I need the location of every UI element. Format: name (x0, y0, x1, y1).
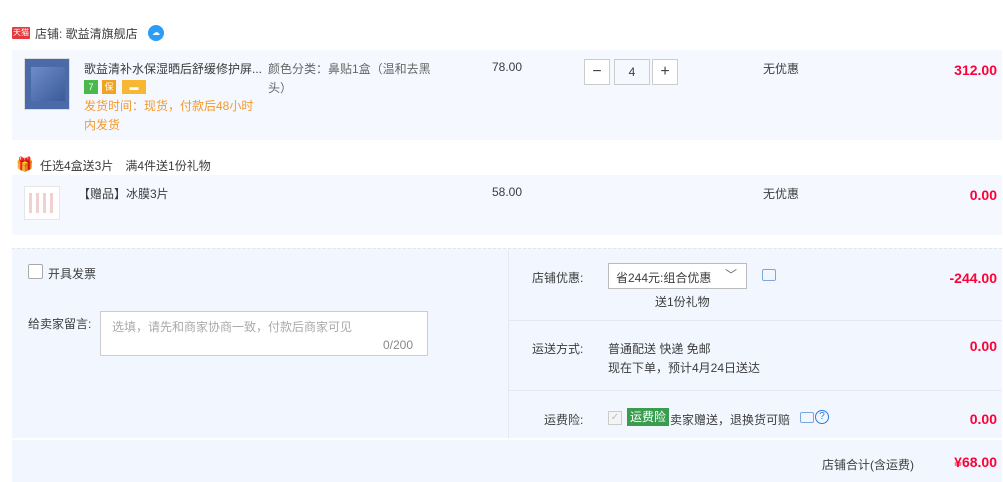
invoice-label[interactable]: 开具发票 (48, 265, 96, 282)
unit-price: 78.00 (492, 60, 523, 74)
coupon-gift: 送1份礼物 (655, 295, 710, 309)
shipping-amount: 0.00 (969, 338, 997, 354)
shipping-label: 运送方式: (532, 342, 584, 356)
message-count: 0/200 (383, 338, 414, 352)
insurance-label: 运费险: (544, 413, 584, 427)
ship-time: 发货时间：现货，付款后48小时内发货 (84, 99, 254, 132)
insurance-amount: 0.00 (969, 411, 997, 427)
total-label: 店铺合计(含运费) (822, 458, 914, 472)
product-thumbnail[interactable] (24, 58, 70, 110)
coupon-amount: -244.00 (949, 270, 997, 286)
product-spec: 颜色分类：鼻贴1盒（温和去黑头） (268, 62, 431, 95)
chevron-down-icon[interactable]: ﹀ (725, 266, 737, 283)
product-title[interactable]: 歌益清补水保湿晒后舒缓修护屏... (84, 60, 264, 77)
7-day-return-icon[interactable]: 7 (84, 80, 98, 94)
insurance-checkbox: ✓ (608, 411, 622, 425)
card-pay-icon[interactable]: ▬ (122, 80, 146, 94)
increase-button[interactable]: + (652, 59, 678, 85)
total-amount: ¥68.00 (954, 454, 997, 470)
item-discount: 无优惠 (763, 62, 800, 76)
divider (509, 390, 1002, 391)
wangwang-chat-icon[interactable]: ☁ (148, 25, 164, 41)
gift-price: 58.00 (492, 185, 523, 199)
insurance-text: 卖家赠送，退换货可赔 (670, 413, 791, 427)
coupon-label: 店铺优惠: (532, 271, 584, 285)
cart-item-row (12, 175, 1002, 235)
shop-name[interactable]: 店铺: 歌益清旗舰店 (35, 25, 138, 42)
comment-icon[interactable] (762, 269, 776, 281)
item-subtotal: 312.00 (954, 62, 997, 78)
message-label: 给卖家留言: (28, 317, 92, 331)
gift-title[interactable]: 【赠品】冰膜3片 (78, 185, 169, 202)
coupon-value[interactable]: 省244元:组合优惠 (616, 269, 711, 286)
tmall-badge: 天猫 (12, 27, 30, 39)
gift-thumbnail[interactable] (24, 186, 60, 220)
message-placeholder: 选填，请先和商家协商一致，付款后商家可见 (112, 320, 353, 334)
shipping-method: 普通配送 快递 免邮 (608, 342, 711, 356)
decrease-button[interactable]: − (584, 59, 610, 85)
help-icon[interactable]: ? (815, 410, 829, 424)
divider (508, 250, 509, 438)
comment-icon[interactable] (800, 412, 814, 423)
invoice-checkbox[interactable] (28, 264, 43, 279)
gift-icon: 🎁 (16, 156, 34, 172)
insurance-badge: 运费险 (627, 408, 670, 426)
quantity-input[interactable]: 4 (614, 59, 650, 85)
shipping-eta: 现在下单，预计4月24日送达 (608, 361, 761, 375)
gift-discount: 无优惠 (763, 187, 800, 201)
gift-subtotal: 0.00 (969, 187, 997, 203)
promo-text: 任选4盒送3片 满4件送1份礼物 (40, 159, 211, 173)
guarantee-icon[interactable]: 保 (102, 80, 116, 94)
divider (509, 320, 1002, 321)
